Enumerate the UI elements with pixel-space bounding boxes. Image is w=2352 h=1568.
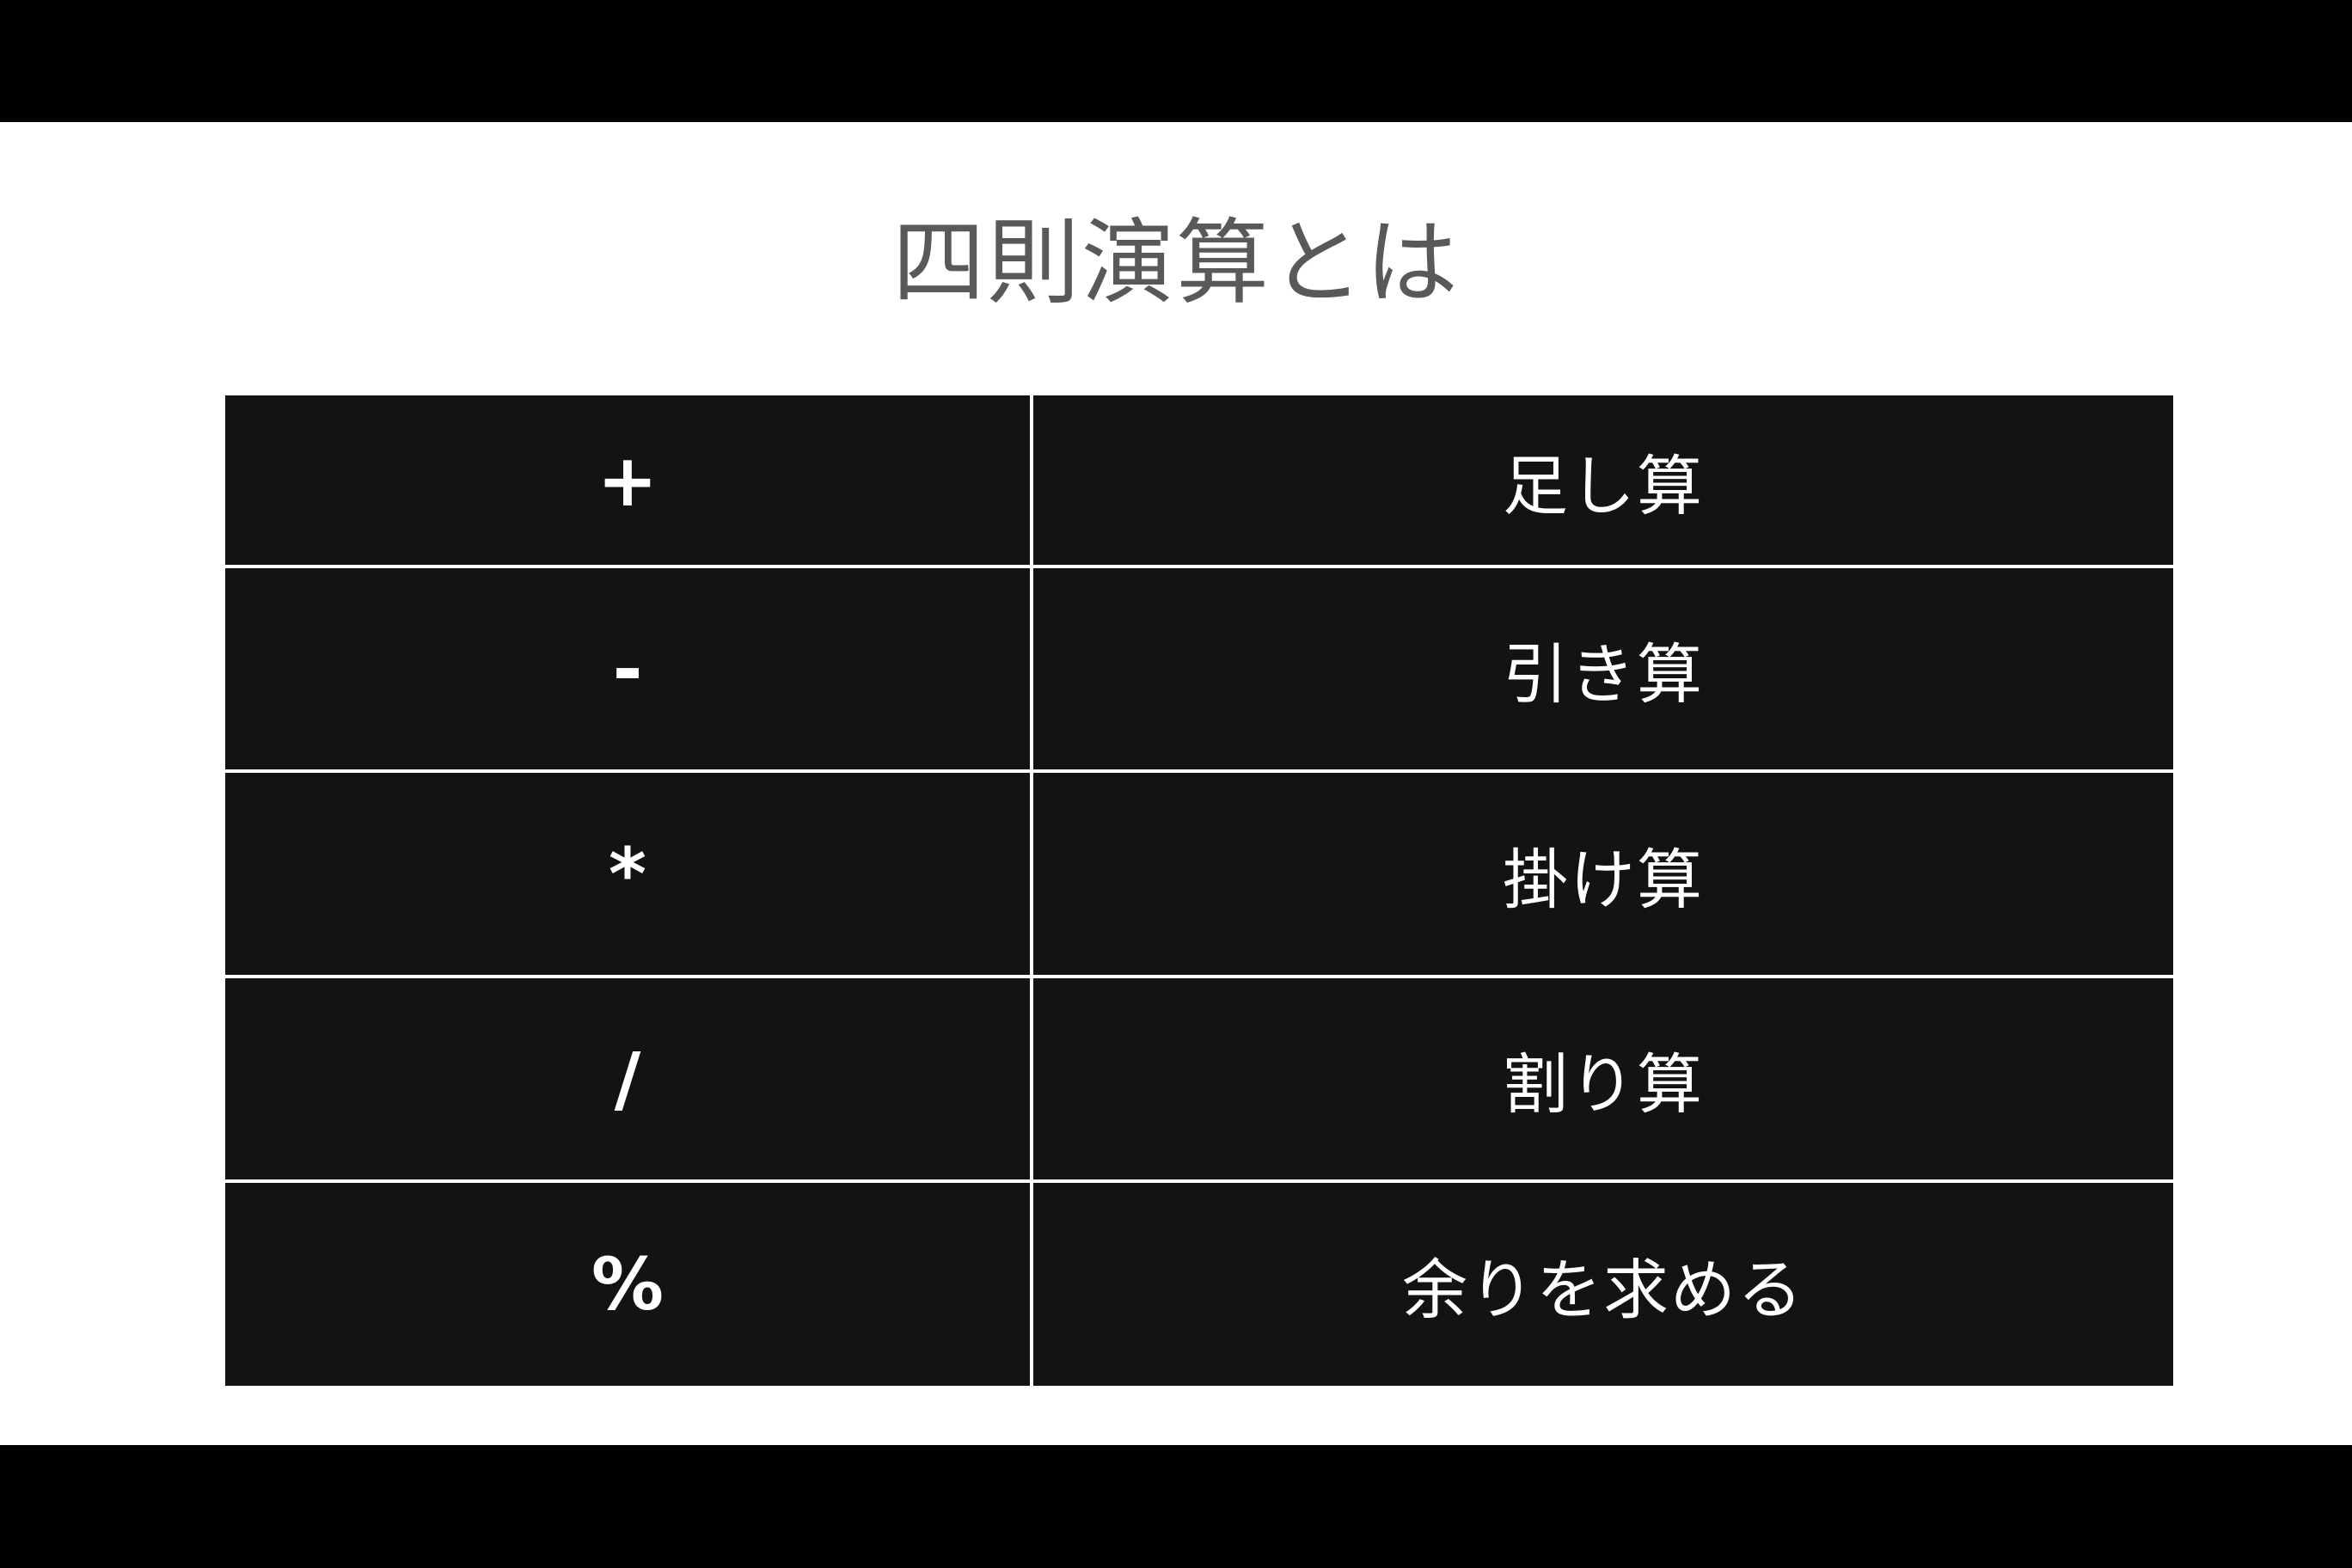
operation-name-cell: 足し算 — [1033, 395, 2173, 565]
operation-name-cell: 引き算 — [1033, 568, 2173, 769]
screen: 四則演算とは + 足し算 - 引き算 * 掛け算 / 割り算 % 余りを求める — [0, 0, 2352, 1568]
operator-cell-minus: - — [225, 568, 1030, 769]
operators-table: + 足し算 - 引き算 * 掛け算 / 割り算 % 余りを求める — [225, 395, 2173, 1389]
operator-cell-divide: / — [225, 978, 1030, 1179]
operation-name-cell: 余りを求める — [1033, 1183, 2173, 1386]
slide-title: 四則演算とは — [891, 210, 1460, 317]
operator-cell-plus: + — [225, 395, 1030, 565]
slide: 四則演算とは + 足し算 - 引き算 * 掛け算 / 割り算 % 余りを求める — [0, 122, 2352, 1445]
operation-name-cell: 掛け算 — [1033, 773, 2173, 975]
operator-cell-multiply: * — [225, 773, 1030, 975]
operator-cell-modulo: % — [225, 1183, 1030, 1386]
operation-name-cell: 割り算 — [1033, 978, 2173, 1179]
